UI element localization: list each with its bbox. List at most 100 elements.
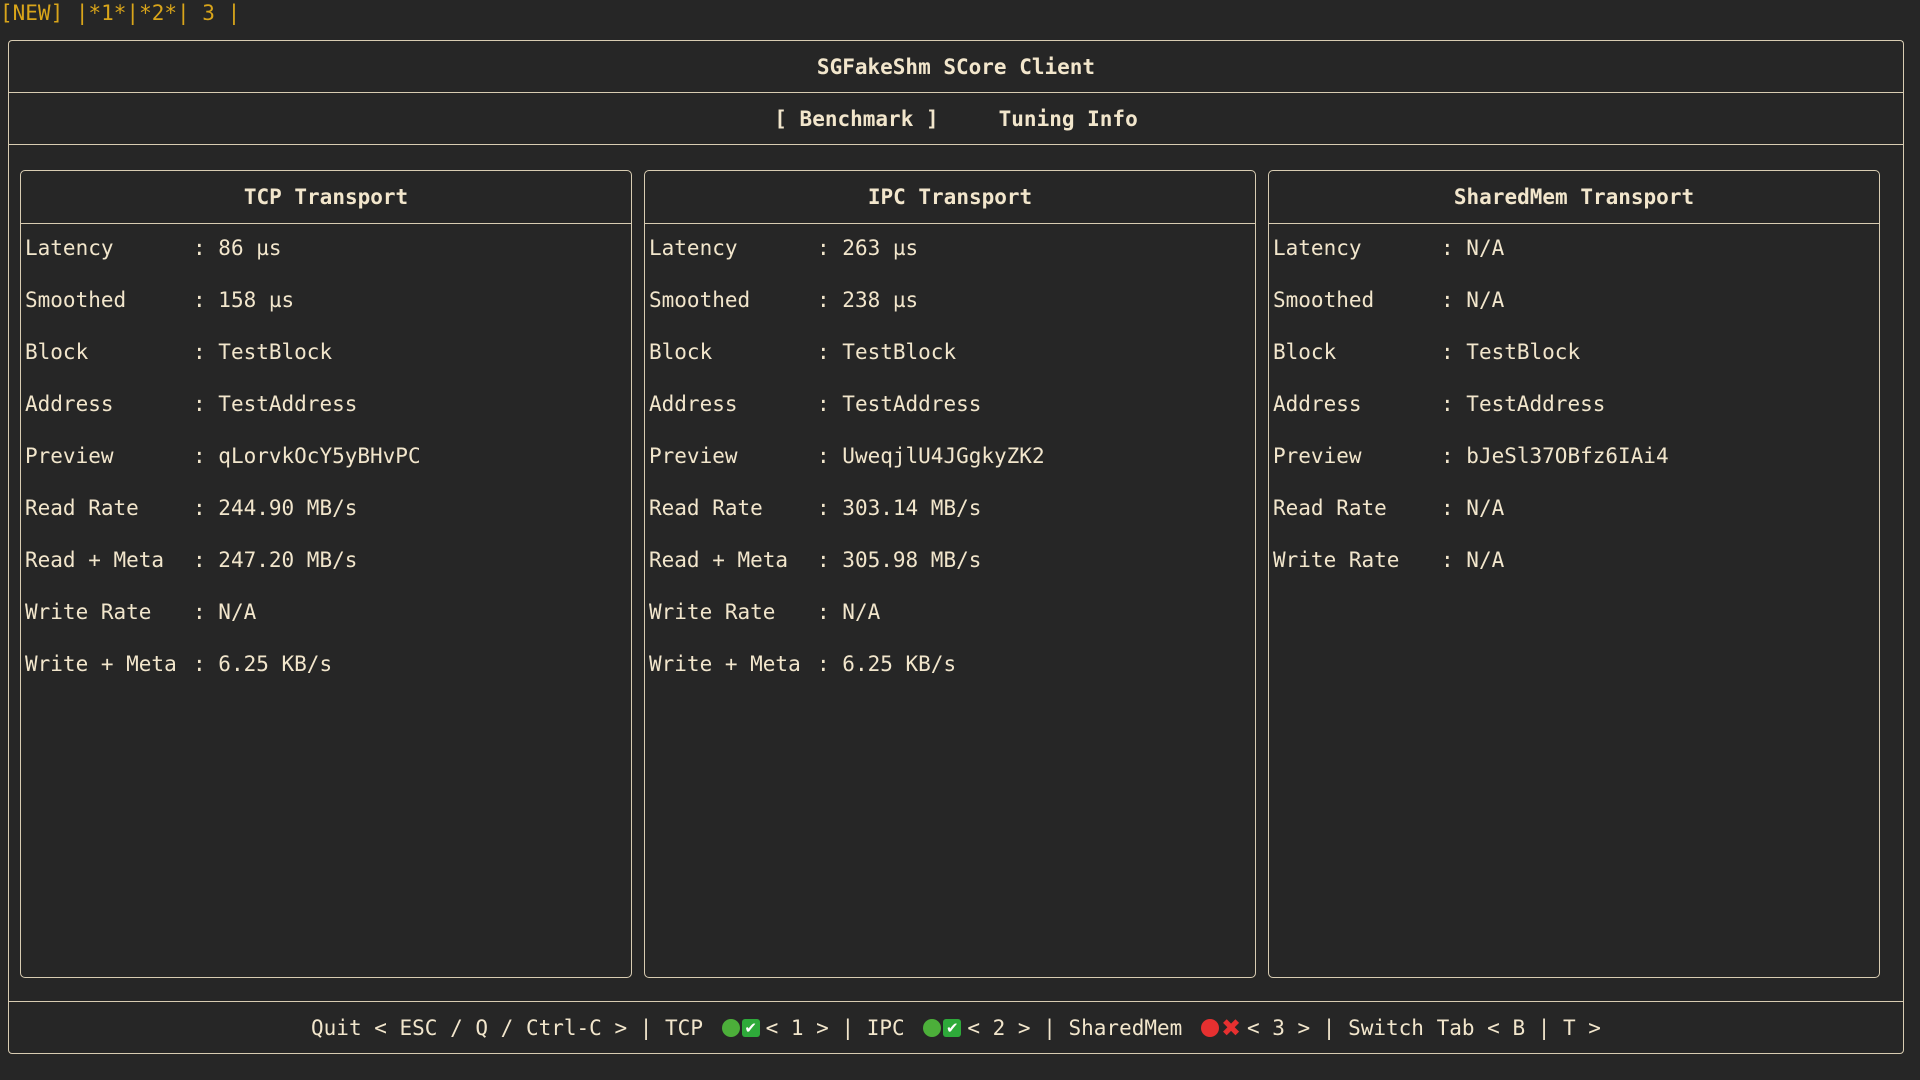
metric-separator: : xyxy=(817,288,843,312)
metric-value: TestBlock xyxy=(218,340,333,364)
metric-value: 86 µs xyxy=(218,236,282,260)
metric-separator: : xyxy=(1441,288,1467,312)
switch-tab-hint[interactable]: Switch Tab < B | T > xyxy=(1348,1016,1601,1040)
metric-label: Write + Meta xyxy=(649,652,801,676)
metric-label: Smoothed xyxy=(649,288,751,312)
tab-benchmark[interactable]: [ Benchmark ] xyxy=(774,107,938,131)
metric-value: UweqjlU4JGgkyZK2 xyxy=(842,444,1045,468)
ipc-status-icon: ✔ xyxy=(943,1018,962,1037)
metric-label: Block xyxy=(25,340,89,364)
metric-separator: : xyxy=(1441,236,1467,260)
metric-value: N/A xyxy=(218,600,257,624)
metric-row: Smoothed: 238 µs xyxy=(649,288,1255,340)
quit-hint[interactable]: Quit < ESC / Q / Ctrl-C > | xyxy=(311,1016,665,1040)
metric-separator: : xyxy=(193,392,219,416)
metric-separator: : xyxy=(817,340,843,364)
metric-separator: : xyxy=(817,496,843,520)
metric-separator: : xyxy=(817,392,843,416)
metric-label: Read Rate xyxy=(1273,496,1387,520)
panel-body: Latency: 263 µs Smoothed: 238 µs Block: Te… xyxy=(645,224,1255,704)
tabline[interactable]: [NEW] |*1*|*2*| 3 | xyxy=(0,0,240,26)
panel-body: Latency: N/A Smoothed: N/A Block: TestBloc… xyxy=(1269,224,1879,600)
metric-value: 238 µs xyxy=(842,288,919,312)
metric-label: Latency xyxy=(649,236,738,260)
metric-value: N/A xyxy=(842,600,881,624)
metric-label: Latency xyxy=(25,236,114,260)
sharedmem-status-dot-icon xyxy=(1200,1018,1219,1037)
sharedmem-label: SharedMem xyxy=(1068,1015,1195,1040)
metric-separator: : xyxy=(817,236,843,260)
metric-value: 303.14 MB/s xyxy=(842,496,982,520)
metric-value: 244.90 MB/s xyxy=(218,496,358,520)
metric-row: Read Rate: N/A xyxy=(1273,496,1879,548)
metric-label: Block xyxy=(1273,340,1337,364)
metric-separator: : xyxy=(1441,444,1467,468)
app-title-bar: SGFakeShm SCore Client xyxy=(8,40,1904,93)
metric-value: 263 µs xyxy=(842,236,919,260)
metric-value: TestBlock xyxy=(842,340,957,364)
metric-separator: : xyxy=(193,600,219,624)
metric-label: Latency xyxy=(1273,236,1362,260)
panel-title: TCP Transport xyxy=(21,171,631,224)
metric-separator: : xyxy=(1441,340,1467,364)
metric-row: Address: TestAddress xyxy=(1273,392,1879,444)
metric-row: Write Rate: N/A xyxy=(25,600,631,652)
metric-row: Block: TestBlock xyxy=(649,340,1255,392)
metric-value: TestAddress xyxy=(1466,392,1606,416)
metric-row: Block: TestBlock xyxy=(1273,340,1879,392)
metric-row: Write + Meta: 6.25 KB/s xyxy=(25,652,631,704)
panel-body: Latency: 86 µs Smoothed: 158 µs Block: Tes… xyxy=(21,224,631,704)
metric-separator: : xyxy=(193,340,219,364)
metric-value: 6.25 KB/s xyxy=(842,652,957,676)
metric-label: Read Rate xyxy=(649,496,763,520)
tcp-status-icon: ✔ xyxy=(741,1018,760,1037)
metric-label: Address xyxy=(649,392,738,416)
metric-label: Block xyxy=(649,340,713,364)
metric-row: Address: TestAddress xyxy=(25,392,631,444)
metric-value: bJeSl37OBfz6IAi4 xyxy=(1466,444,1669,468)
metric-row: Latency: 86 µs xyxy=(25,236,631,288)
metric-separator: : xyxy=(1441,548,1467,572)
metric-row: Preview: bJeSl37OBfz6IAi4 xyxy=(1273,444,1879,496)
metric-label: Write Rate xyxy=(25,600,152,624)
metric-value: 158 µs xyxy=(218,288,295,312)
app-title: SGFakeShm SCore Client xyxy=(816,55,1096,79)
metric-separator: : xyxy=(193,236,219,260)
sharedmem-key-hint[interactable]: < 3 > | xyxy=(1247,1016,1348,1040)
metric-value: N/A xyxy=(1466,288,1505,312)
panel-tcp-transport: TCP Transport Latency: 86 µs Smoothed: 15… xyxy=(20,170,632,978)
metric-row: Read + Meta: 305.98 MB/s xyxy=(649,548,1255,600)
metric-row: Address: TestAddress xyxy=(649,392,1255,444)
metric-label: Write Rate xyxy=(649,600,776,624)
metric-value: N/A xyxy=(1466,548,1505,572)
metric-separator: : xyxy=(817,600,843,624)
ipc-key-hint[interactable]: < 2 > | xyxy=(967,1016,1068,1040)
metric-separator: : xyxy=(193,496,219,520)
ipc-label: IPC xyxy=(866,1015,918,1040)
metric-label: Read + Meta xyxy=(649,548,789,572)
metric-label: Smoothed xyxy=(25,288,127,312)
metric-value: 305.98 MB/s xyxy=(842,548,982,572)
metric-separator: : xyxy=(193,548,219,572)
metric-row: Latency: 263 µs xyxy=(649,236,1255,288)
tab-bar: [ Benchmark ] Tuning Info xyxy=(8,92,1904,145)
metric-label: Read Rate xyxy=(25,496,139,520)
metric-row: Write Rate: N/A xyxy=(1273,548,1879,600)
ipc-status-dot-icon xyxy=(923,1018,942,1037)
metric-separator: : xyxy=(193,288,219,312)
metric-separator: : xyxy=(817,444,843,468)
tab-tuning-info[interactable]: Tuning Info xyxy=(999,107,1138,131)
metric-separator: : xyxy=(1441,496,1467,520)
metric-separator: : xyxy=(817,548,843,572)
metric-row: Latency: N/A xyxy=(1273,236,1879,288)
metric-label: Smoothed xyxy=(1273,288,1375,312)
metric-value: N/A xyxy=(1466,236,1505,260)
sharedmem-status-icon: ✖ xyxy=(1220,1013,1242,1042)
metric-row: Write + Meta: 6.25 KB/s xyxy=(649,652,1255,704)
panel-ipc-transport: IPC Transport Latency: 263 µs Smoothed: 2… xyxy=(644,170,1256,978)
tcp-key-hint[interactable]: < 1 > | xyxy=(766,1016,867,1040)
panel-sharedmem-transport: SharedMem Transport Latency: N/A Smoothed… xyxy=(1268,170,1880,978)
metric-row: Block: TestBlock xyxy=(25,340,631,392)
metric-row: Smoothed: 158 µs xyxy=(25,288,631,340)
tcp-label: TCP xyxy=(665,1015,716,1040)
